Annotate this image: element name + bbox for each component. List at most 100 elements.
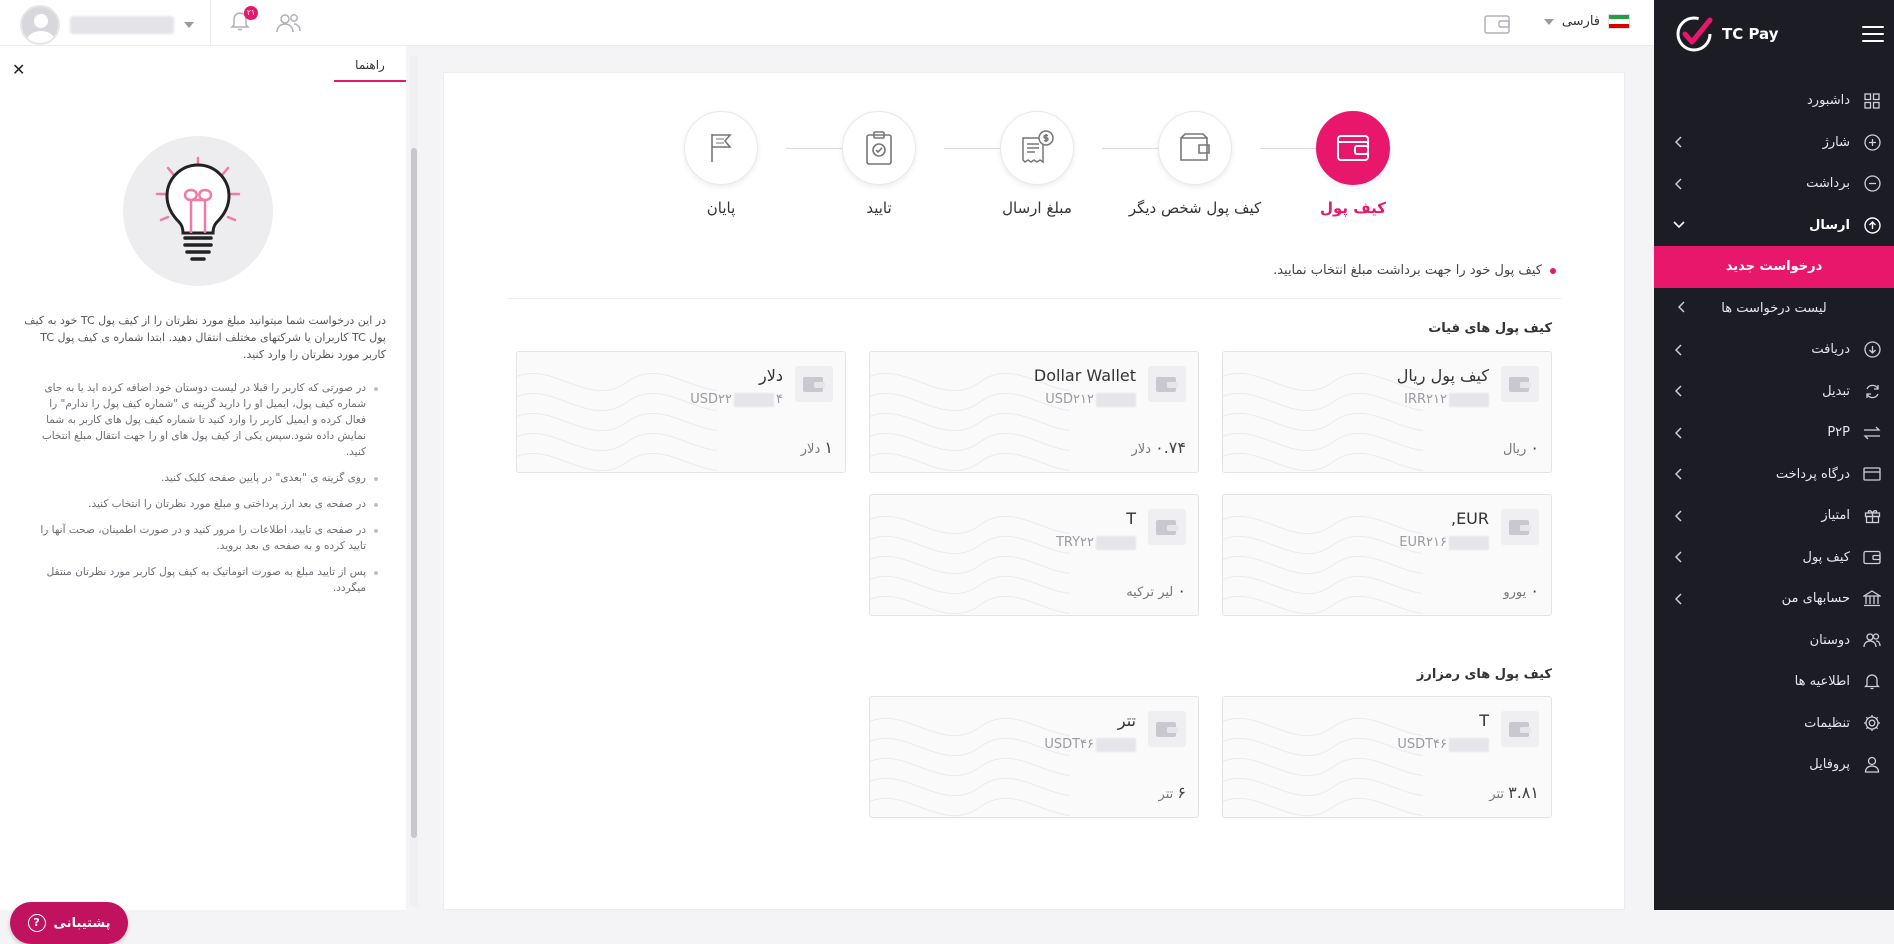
scrollbar-thumb[interactable] (411, 148, 417, 838)
notifications-button[interactable]: ۲۱ (230, 6, 258, 34)
send-icon (1862, 215, 1882, 235)
sidebar-subitem-new-request[interactable]: درخواست جدید (1654, 246, 1894, 288)
wallet-card-try[interactable]: T TRY۲۲ ۰ لیر ترکیه (869, 494, 1199, 616)
wallet-balance: ۰ یورو (1503, 581, 1539, 600)
main-card: پایان تایید مبلغ ارسال کیف پول شخص دیگر … (443, 72, 1625, 910)
help-steps-list: در صورتی که کاربر را قبلا در لیست دوستان… (30, 380, 378, 606)
wallet-card-dollar[interactable]: Dollar Wallet USD۲۱۲ ۰.۷۴ دلار (869, 351, 1199, 473)
wave-pattern (870, 515, 1070, 615)
language-selector[interactable]: فارسی (1543, 14, 1630, 29)
support-button[interactable]: پشتیبانی ? (10, 902, 128, 944)
menu-toggle-icon[interactable] (1862, 26, 1884, 42)
tab-guide[interactable]: راهنما (334, 58, 406, 82)
wallet-balance: ۳.۸۱ تتر (1489, 783, 1539, 802)
sidebar: TC Pay داشبورد شارژ برداشت ارسال درخواست… (1654, 0, 1894, 910)
wallet-icon (1148, 509, 1186, 545)
dashboard-icon (1862, 91, 1882, 111)
wallet-icon (1862, 547, 1882, 567)
list-item: روی گزینه ی "بعدی" در پایین صفحه کلیک کن… (30, 470, 378, 486)
chevron-left-icon (1672, 467, 1686, 481)
close-icon[interactable]: ✕ (12, 60, 25, 79)
wallet-card-usdt-2[interactable]: تتر USDT۴۶ ۶ تتر (869, 696, 1199, 818)
instruction-text: کیف پول خود را جهت برداشت مبلغ انتخاب نم… (1273, 263, 1556, 278)
bank-icon (1862, 589, 1882, 609)
step-label: کیف پول (1320, 199, 1386, 217)
sidebar-item-label: کیف پول (1802, 549, 1850, 565)
chevron-left-icon (1672, 509, 1686, 523)
user-icon (1862, 755, 1882, 775)
invoice-icon (1022, 130, 1054, 164)
sidebar-item-send[interactable]: ارسال (1654, 205, 1894, 247)
question-icon: ? (27, 914, 46, 932)
flag-icon (711, 134, 732, 162)
sidebar-item-points[interactable]: امتیاز (1654, 495, 1894, 537)
wallet-icon (1501, 366, 1539, 402)
sidebar-item-settings[interactable]: تنظیمات (1654, 703, 1894, 745)
language-label: فارسی (1561, 14, 1600, 29)
wave-pattern (1223, 515, 1423, 615)
step-wallet[interactable]: کیف پول (1278, 111, 1428, 217)
sidebar-item-label: ارسال (1809, 217, 1850, 233)
friends-icon[interactable] (276, 12, 302, 34)
wallet-card-eur[interactable]: EUR, EUR۲۱۶ ۰ یورو (1222, 494, 1552, 616)
support-label: پشتیبانی (53, 915, 111, 931)
wallet-outline-icon (1180, 133, 1210, 161)
sidebar-item-label: شارژ (1822, 134, 1850, 150)
help-panel-scrollbar[interactable] (410, 56, 418, 906)
step-confirm[interactable]: تایید (804, 111, 954, 217)
fiat-wallets-title: کیف پول های فیات (1428, 321, 1552, 336)
list-item: در صفحه ی تایید، اطلاعات را مرور کنید و … (30, 522, 378, 554)
sidebar-item-dashboard[interactable]: داشبورد (1654, 80, 1894, 122)
sidebar-item-receive[interactable]: دریافت (1654, 329, 1894, 371)
wallet-icon (1148, 711, 1186, 747)
wallet-code: TRY۲۲ (1056, 535, 1136, 550)
topbar: ۲۱ فارسی (0, 0, 1654, 46)
friends-icon (1862, 630, 1882, 650)
wallet-card-usdt-1[interactable]: T USDT۴۶ ۳.۸۱ تتر (1222, 696, 1552, 818)
step-label: تایید (866, 199, 892, 217)
brand-title: TC Pay (1722, 25, 1779, 43)
sidebar-item-charge[interactable]: شارژ (1654, 122, 1894, 164)
stepper: پایان تایید مبلغ ارسال کیف پول شخص دیگر … (666, 111, 1390, 231)
chevron-left-icon (1672, 426, 1686, 440)
wallet-code: USD۲۱۲ (1045, 392, 1136, 407)
chevron-left-icon (1672, 384, 1686, 398)
sidebar-item-profile[interactable]: پروفایل (1654, 744, 1894, 786)
sidebar-item-payment-gateway[interactable]: درگاه پرداخت (1654, 454, 1894, 496)
user-menu[interactable] (20, 5, 194, 45)
chevron-left-icon (1672, 177, 1686, 191)
minus-circle-icon (1862, 174, 1882, 194)
sidebar-item-label: دریافت (1811, 342, 1850, 358)
sidebar-item-exchange[interactable]: تبدیل (1654, 371, 1894, 413)
sidebar-item-my-accounts[interactable]: حسابهای من (1654, 578, 1894, 620)
wallet-name: دلار (759, 366, 783, 385)
step-other-wallet[interactable]: کیف پول شخص دیگر (1120, 111, 1270, 217)
wallet-card-irr[interactable]: کیف پول ریال IRR۲۱۲ ۰ ریال (1222, 351, 1552, 473)
sidebar-subitem-request-list[interactable]: لیست درخواست ها (1654, 288, 1894, 330)
exchange-icon (1862, 381, 1882, 401)
sidebar-item-friends[interactable]: دوستان (1654, 620, 1894, 662)
wallet-icon (1148, 366, 1186, 402)
step-send-amount[interactable]: مبلغ ارسال (962, 111, 1112, 217)
chevron-left-icon (1672, 135, 1686, 149)
sidebar-item-p2p[interactable]: P۲P (1654, 412, 1894, 454)
card-icon (1862, 464, 1882, 484)
main-scrollbar[interactable] (1626, 56, 1636, 910)
p2p-icon (1862, 423, 1882, 443)
avatar[interactable] (20, 5, 60, 45)
sidebar-item-withdraw[interactable]: برداشت (1654, 163, 1894, 205)
sidebar-item-label: پروفایل (1809, 757, 1850, 773)
sidebar-item-notifications[interactable]: اطلاعیه ها (1654, 661, 1894, 703)
wallet-card-usd[interactable]: دلار USD۲۲ ۴ ۱ دلار (516, 351, 846, 473)
caret-down-icon[interactable] (184, 22, 194, 28)
help-intro-text: در این درخواست شما میتوانید مبلغ مورد نظ… (24, 314, 386, 361)
wallet-balance: ۱ دلار (800, 438, 833, 457)
instruction-label: کیف پول خود را جهت برداشت مبلغ انتخاب نم… (1273, 263, 1542, 278)
step-finish[interactable]: پایان (646, 111, 796, 217)
sidebar-item-wallet[interactable]: کیف پول (1654, 537, 1894, 579)
chevron-left-icon (1672, 550, 1686, 564)
wallet-icon[interactable] (1484, 14, 1510, 34)
sidebar-item-label: برداشت (1806, 176, 1850, 192)
chevron-left-icon (1672, 300, 1686, 315)
sidebar-item-label: دوستان (1809, 632, 1850, 648)
